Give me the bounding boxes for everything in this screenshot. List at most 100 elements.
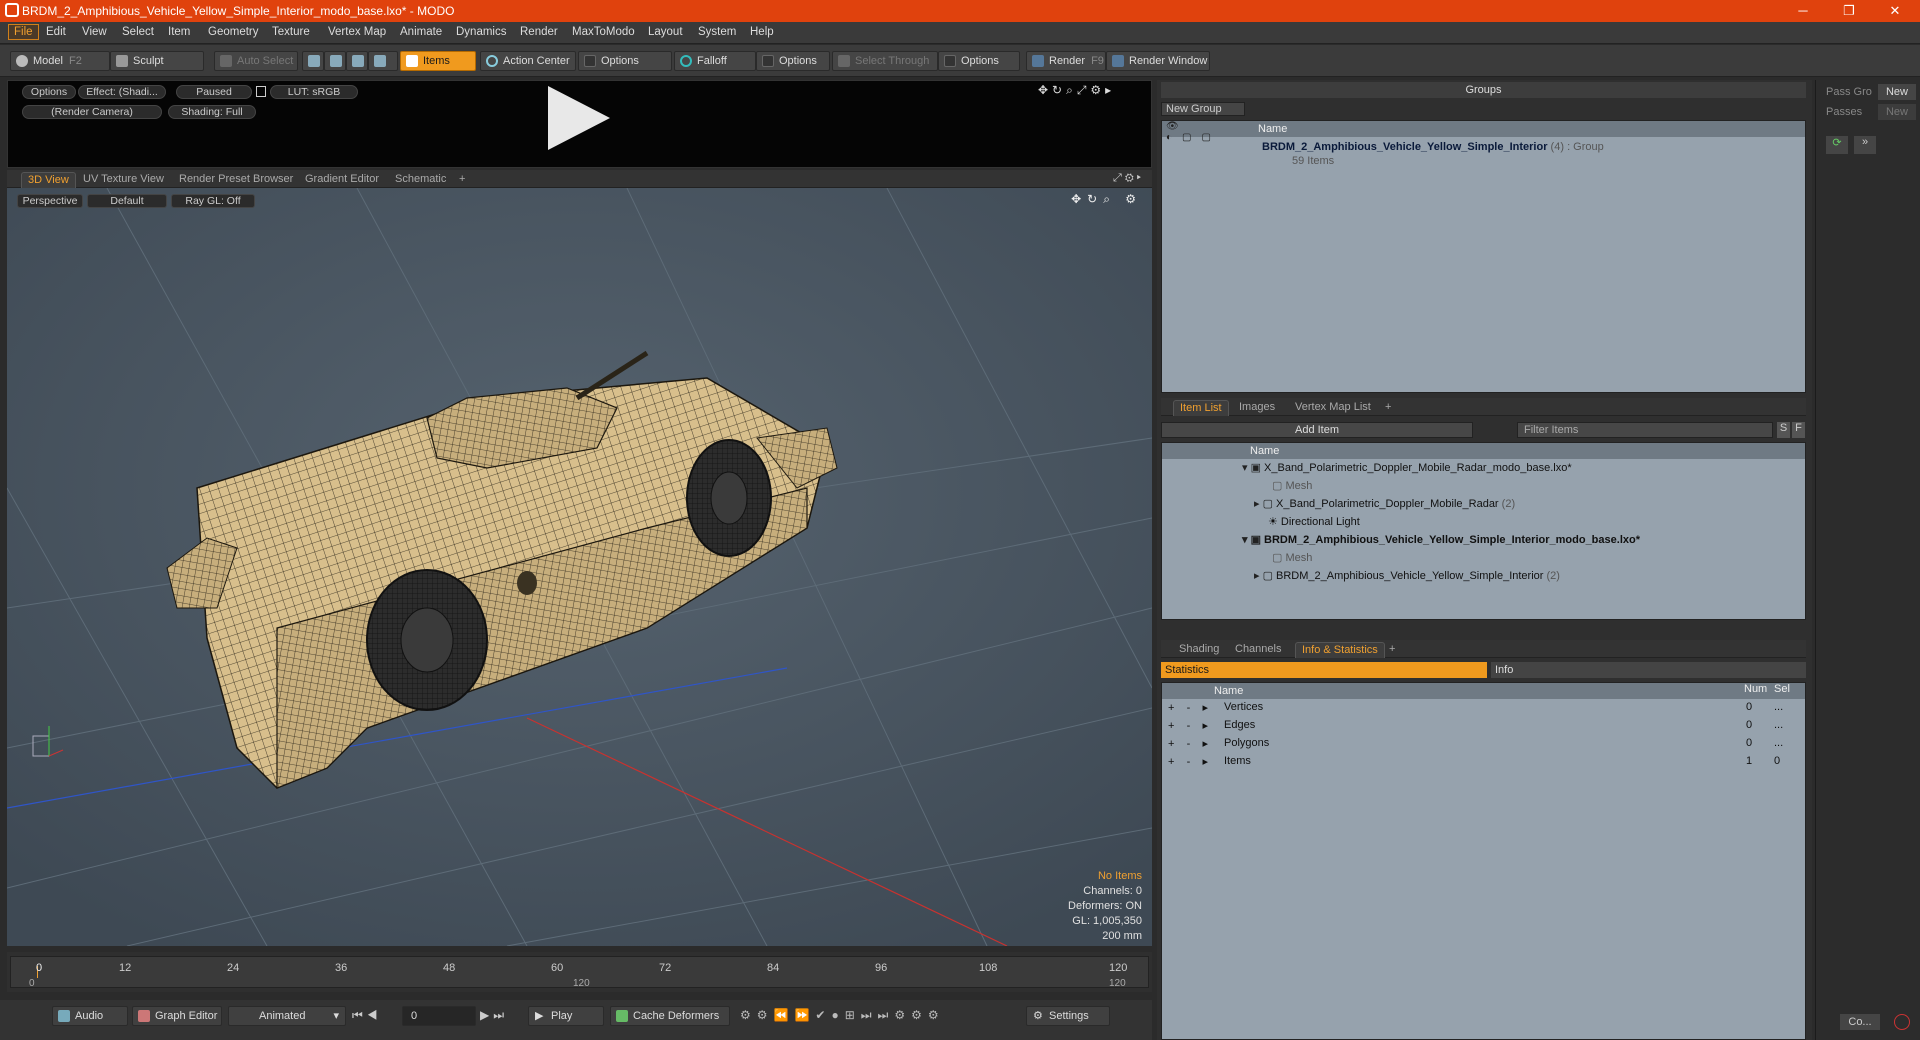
preview-options-button[interactable]: Options bbox=[22, 85, 76, 99]
menu-help[interactable]: Help bbox=[750, 26, 774, 38]
menu-vertex-map[interactable]: Vertex Map bbox=[328, 26, 386, 38]
action-center-button[interactable]: Action Center bbox=[480, 51, 576, 71]
step-forward-icons[interactable]: ▶⏭ bbox=[480, 1008, 508, 1023]
perspective-dropdown[interactable]: Perspective bbox=[17, 194, 83, 208]
menu-system[interactable]: System bbox=[698, 26, 736, 38]
tab-vertex-map-list[interactable]: Vertex Map List bbox=[1289, 400, 1377, 416]
s-filter-button[interactable]: S bbox=[1777, 422, 1790, 438]
play-button[interactable]: ▶ Play bbox=[528, 1006, 604, 1026]
add-tab-button[interactable]: + bbox=[1379, 400, 1397, 416]
list-item[interactable]: ☀ Directional Light bbox=[1268, 515, 1360, 533]
materials-mode-button[interactable] bbox=[368, 51, 398, 71]
model-mode-button[interactable]: Model F2 bbox=[10, 51, 110, 71]
falloff-button[interactable]: Falloff bbox=[674, 51, 756, 71]
table-row[interactable]: + - ▸ Edges 0... bbox=[1162, 719, 1805, 737]
tab-render-preset-browser[interactable]: Render Preset Browser bbox=[173, 172, 299, 188]
camera-dropdown[interactable]: (Render Camera) bbox=[22, 105, 162, 119]
render-button[interactable]: Render F9 bbox=[1026, 51, 1106, 71]
audio-button[interactable]: Audio bbox=[52, 1006, 128, 1026]
refresh-icon[interactable]: ⟳ bbox=[1826, 136, 1848, 154]
expand-icon[interactable]: » bbox=[1854, 136, 1876, 154]
auto-select-button[interactable]: Auto Select bbox=[214, 51, 298, 71]
key-tools-icons[interactable]: ⚙⚙⏪⏩✔●⊞⏭⏭⚙⚙⚙ bbox=[740, 1008, 945, 1023]
list-item[interactable]: ▢ Mesh bbox=[1272, 551, 1312, 569]
statistics-tab[interactable]: Statistics bbox=[1161, 662, 1487, 678]
table-row[interactable]: + - ▸ Items 1 0 bbox=[1162, 755, 1805, 773]
tab-schematic[interactable]: Schematic bbox=[389, 172, 452, 188]
3d-viewport[interactable]: Perspective Default Ray GL: Off ✥↻⌕ ⚙ No… bbox=[7, 188, 1152, 946]
menu-animate[interactable]: Animate bbox=[400, 26, 442, 38]
tab-images[interactable]: Images bbox=[1233, 400, 1281, 416]
list-item[interactable]: ▸ ▢ BRDM_2_Amphibious_Vehicle_Yellow_Sim… bbox=[1254, 569, 1560, 587]
play-preview-icon[interactable] bbox=[548, 86, 610, 150]
sculpt-mode-button[interactable]: Sculpt bbox=[110, 51, 204, 71]
paused-button[interactable]: Paused bbox=[176, 85, 252, 99]
new-pass-group-button[interactable]: New bbox=[1878, 84, 1916, 100]
menu-maxtomodo[interactable]: MaxToModo bbox=[572, 26, 635, 38]
close-button[interactable]: ✕ bbox=[1872, 0, 1918, 22]
table-row[interactable]: + - ▸ Vertices 0... bbox=[1162, 701, 1805, 719]
minimize-button[interactable]: ─ bbox=[1780, 0, 1826, 22]
list-item[interactable]: ▸ ▢ X_Band_Polarimetric_Doppler_Mobile_R… bbox=[1254, 497, 1515, 515]
tab-uv-texture-view[interactable]: UV Texture View bbox=[77, 172, 170, 188]
record-icon[interactable] bbox=[1894, 1014, 1910, 1030]
polygons-mode-button[interactable] bbox=[346, 51, 368, 71]
action-center-options-button[interactable]: Options bbox=[578, 51, 672, 71]
tab-channels[interactable]: Channels bbox=[1229, 642, 1287, 658]
menu-file[interactable]: File bbox=[8, 24, 39, 40]
render-window-button[interactable]: Render Window bbox=[1106, 51, 1210, 71]
tab-3d-view[interactable]: 3D View bbox=[21, 172, 76, 188]
select-options-button[interactable]: Options bbox=[938, 51, 1020, 71]
effect-dropdown[interactable]: Effect: (Shadi... bbox=[78, 85, 166, 99]
restore-button[interactable]: ❐ bbox=[1826, 0, 1872, 22]
raygl-dropdown[interactable]: Ray GL: Off bbox=[171, 194, 255, 208]
graph-editor-icon bbox=[138, 1010, 150, 1022]
table-row[interactable]: + - ▸ Polygons 0... bbox=[1162, 737, 1805, 755]
viewport-layout-icons[interactable]: ⤢⚙▸ bbox=[1113, 172, 1144, 185]
lock-icon[interactable] bbox=[256, 86, 266, 97]
menu-render[interactable]: Render bbox=[520, 26, 558, 38]
co-button[interactable]: Co... bbox=[1840, 1014, 1880, 1030]
list-item[interactable]: ▢ Mesh bbox=[1272, 479, 1312, 497]
add-item-dropdown[interactable]: Add Item bbox=[1161, 422, 1473, 438]
menu-layout[interactable]: Layout bbox=[648, 26, 683, 38]
step-back-icons[interactable]: ⏮◀ bbox=[352, 1008, 382, 1023]
list-item[interactable]: ▾ ▣ X_Band_Polarimetric_Doppler_Mobile_R… bbox=[1242, 461, 1572, 479]
new-group-button[interactable]: New Group bbox=[1161, 102, 1245, 116]
viewport-nav-icons[interactable]: ✥↻⌕ ⚙ bbox=[1071, 192, 1142, 207]
new-pass-button[interactable]: New bbox=[1878, 104, 1916, 120]
menu-edit[interactable]: Edit bbox=[46, 26, 66, 38]
shading-dropdown[interactable]: Shading: Full bbox=[168, 105, 256, 119]
menu-geometry[interactable]: Geometry bbox=[208, 26, 259, 38]
animated-dropdown[interactable]: Animated ▾ bbox=[228, 1006, 346, 1026]
timeline[interactable]: 0 12 24 36 48 60 72 84 96 108 120 0 120 … bbox=[7, 952, 1152, 992]
add-tab-button[interactable]: + bbox=[1383, 642, 1401, 658]
preview-nav-icons[interactable]: ✥↻⌕⤢⚙▸ bbox=[1038, 83, 1115, 98]
menu-texture[interactable]: Texture bbox=[272, 26, 310, 38]
default-dropdown[interactable]: Default bbox=[87, 194, 167, 208]
vertices-mode-button[interactable] bbox=[302, 51, 324, 71]
tab-info-statistics[interactable]: Info & Statistics bbox=[1295, 642, 1385, 658]
groups-visibility-icons[interactable]: 👁◐▢▢ bbox=[1162, 121, 1242, 143]
settings-button[interactable]: ⚙ Settings bbox=[1026, 1006, 1110, 1026]
add-tab-button[interactable]: + bbox=[453, 172, 471, 188]
menu-select[interactable]: Select bbox=[122, 26, 154, 38]
menu-dynamics[interactable]: Dynamics bbox=[456, 26, 506, 38]
select-through-button[interactable]: Select Through bbox=[832, 51, 938, 71]
filter-items-input[interactable]: Filter Items bbox=[1517, 422, 1773, 438]
menu-item[interactable]: Item bbox=[168, 26, 190, 38]
cache-deformers-button[interactable]: Cache Deformers bbox=[610, 1006, 730, 1026]
lut-dropdown[interactable]: LUT: sRGB bbox=[270, 85, 358, 99]
tab-shading[interactable]: Shading bbox=[1173, 642, 1225, 658]
f-filter-button[interactable]: F bbox=[1792, 422, 1805, 438]
tab-gradient-editor[interactable]: Gradient Editor bbox=[299, 172, 385, 188]
frame-input[interactable]: 0 bbox=[402, 1006, 476, 1026]
items-mode-button[interactable]: Items bbox=[400, 51, 476, 71]
list-item[interactable]: ▾ ▣ BRDM_2_Amphibious_Vehicle_Yellow_Sim… bbox=[1242, 533, 1640, 551]
info-tab[interactable]: Info bbox=[1491, 662, 1806, 678]
graph-editor-button[interactable]: Graph Editor bbox=[132, 1006, 222, 1026]
tab-item-list[interactable]: Item List bbox=[1173, 400, 1229, 416]
menu-view[interactable]: View bbox=[82, 26, 107, 38]
falloff-options-button[interactable]: Options bbox=[756, 51, 830, 71]
edges-mode-button[interactable] bbox=[324, 51, 346, 71]
